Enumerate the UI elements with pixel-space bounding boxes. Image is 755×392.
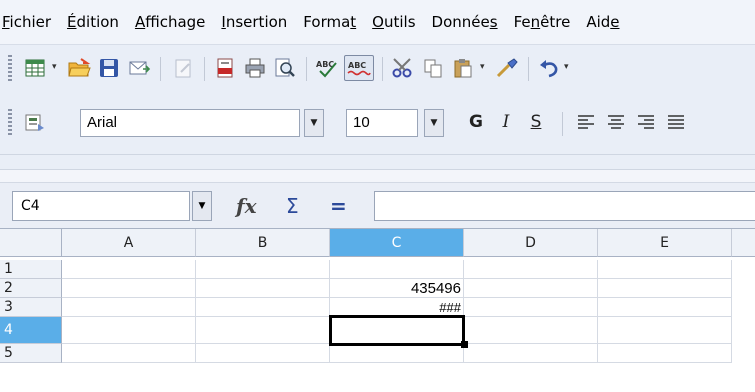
toolbar-grip[interactable] (8, 55, 12, 83)
save-icon[interactable] (96, 55, 122, 81)
toolbar-grip[interactable] (8, 109, 12, 137)
formatting-toolbar: Arial ▼ 10 ▼ G I S (0, 94, 755, 154)
row-header-5[interactable]: 5 (0, 344, 62, 363)
toolbar-separator (160, 57, 161, 81)
row-header-2[interactable]: 2 (0, 279, 62, 298)
spellcheck-icon[interactable]: ABC (314, 55, 340, 81)
function-wizard-icon[interactable]: fx (236, 193, 257, 219)
menu-format[interactable]: Format (295, 0, 364, 44)
align-center-icon[interactable] (604, 108, 628, 136)
bold-button[interactable]: G (464, 108, 488, 136)
cell-d3[interactable] (464, 298, 598, 317)
copy-icon[interactable] (420, 55, 446, 81)
function-equals-icon[interactable]: = (330, 193, 347, 219)
italic-button[interactable]: I (494, 108, 518, 136)
cell-a4[interactable] (62, 317, 196, 344)
print-preview-icon[interactable] (272, 55, 298, 81)
cell-d5[interactable] (464, 344, 598, 363)
name-box[interactable]: C4 (12, 191, 190, 221)
autospellcheck-icon[interactable]: ABC (344, 55, 374, 81)
row-header-1[interactable]: 1 (0, 260, 62, 279)
toolbar-separator (204, 57, 205, 81)
menu-fenetre[interactable]: Fenêtre (506, 0, 579, 44)
print-icon[interactable] (242, 55, 268, 81)
font-name-field[interactable]: Arial (80, 109, 300, 137)
sum-icon[interactable]: Σ (286, 193, 299, 219)
cell-b2[interactable] (196, 279, 330, 298)
cell-b3[interactable] (196, 298, 330, 317)
row-header-3[interactable]: 3 (0, 298, 62, 317)
svg-text:ABC: ABC (348, 61, 366, 70)
cell-b1[interactable] (196, 260, 330, 279)
menu-aide[interactable]: Aide (578, 0, 627, 44)
cell-a3[interactable] (62, 298, 196, 317)
fill-handle[interactable] (461, 341, 468, 348)
formula-bar: C4 ▼ fx Σ = (0, 182, 755, 228)
column-header-c[interactable]: C (330, 229, 464, 257)
open-folder-icon[interactable] (66, 55, 92, 81)
standard-toolbar: ▾ ABC ABC ▾ ▾ (0, 44, 755, 94)
cell-a1[interactable] (62, 260, 196, 279)
clone-formatting-icon[interactable] (494, 55, 520, 81)
cell-c1[interactable] (330, 260, 464, 279)
cell-c2[interactable]: 435496 (330, 279, 464, 298)
cell-d1[interactable] (464, 260, 598, 279)
cell-e5[interactable] (598, 344, 732, 363)
new-document-icon[interactable] (22, 55, 48, 81)
column-header-e[interactable]: E (598, 229, 732, 257)
cell-a2[interactable] (62, 279, 196, 298)
toolbar-gap (0, 170, 755, 182)
cell-d4[interactable] (464, 317, 598, 344)
undo-dropdown-icon[interactable]: ▾ (564, 62, 569, 72)
column-header-partial[interactable] (732, 229, 755, 257)
cut-icon[interactable] (390, 55, 416, 81)
align-left-icon[interactable] (574, 108, 598, 136)
cell-e4[interactable] (598, 317, 732, 344)
toolbar-separator (382, 57, 383, 81)
spreadsheet-grid: A B C D E 1 2 3 4 5 435496 ### (0, 228, 755, 392)
new-dropdown-icon[interactable]: ▾ (52, 62, 57, 72)
active-cell-cursor[interactable] (329, 315, 465, 346)
menu-fichier[interactable]: Fichier (0, 0, 59, 44)
formula-input[interactable] (374, 191, 755, 221)
collapsed-toolbar-strip (0, 154, 755, 170)
cell-b5[interactable] (196, 344, 330, 363)
edit-file-icon[interactable] (170, 55, 196, 81)
font-name-dropdown-icon[interactable]: ▼ (304, 109, 324, 137)
column-header-d[interactable]: D (464, 229, 598, 257)
paste-dropdown-icon[interactable]: ▾ (480, 62, 485, 72)
menu-bar: Fichier Édition Affichage Insertion Form… (0, 0, 755, 44)
toolbar-separator (306, 57, 307, 81)
align-right-icon[interactable] (634, 108, 658, 136)
cell-d2[interactable] (464, 279, 598, 298)
paste-icon[interactable] (450, 55, 476, 81)
styles-and-formatting-icon[interactable] (22, 110, 48, 136)
font-size-dropdown-icon[interactable]: ▼ (424, 109, 444, 137)
menu-donnees[interactable]: Données (424, 0, 506, 44)
menu-edition[interactable]: Édition (59, 0, 127, 44)
cell-e2[interactable] (598, 279, 732, 298)
undo-icon[interactable] (536, 55, 562, 81)
menu-insertion[interactable]: Insertion (213, 0, 295, 44)
cell-e3[interactable] (598, 298, 732, 317)
email-document-icon[interactable] (126, 55, 152, 81)
cell-e1[interactable] (598, 260, 732, 279)
toolbar-separator (562, 112, 563, 136)
name-box-dropdown-icon[interactable]: ▼ (192, 191, 212, 221)
menu-outils[interactable]: Outils (364, 0, 423, 44)
row-header-4[interactable]: 4 (0, 317, 62, 344)
font-size-field[interactable]: 10 (346, 109, 418, 137)
cell-a5[interactable] (62, 344, 196, 363)
column-header-a[interactable]: A (62, 229, 196, 257)
underline-button[interactable]: S (524, 108, 548, 136)
column-header-b[interactable]: B (196, 229, 330, 257)
cell-b4[interactable] (196, 317, 330, 344)
justify-icon[interactable] (664, 108, 688, 136)
menu-affichage[interactable]: Affichage (127, 0, 213, 44)
toolbar-separator (528, 57, 529, 81)
select-all-corner[interactable] (0, 229, 62, 257)
export-pdf-icon[interactable] (212, 55, 238, 81)
cell-c5[interactable] (330, 344, 464, 363)
